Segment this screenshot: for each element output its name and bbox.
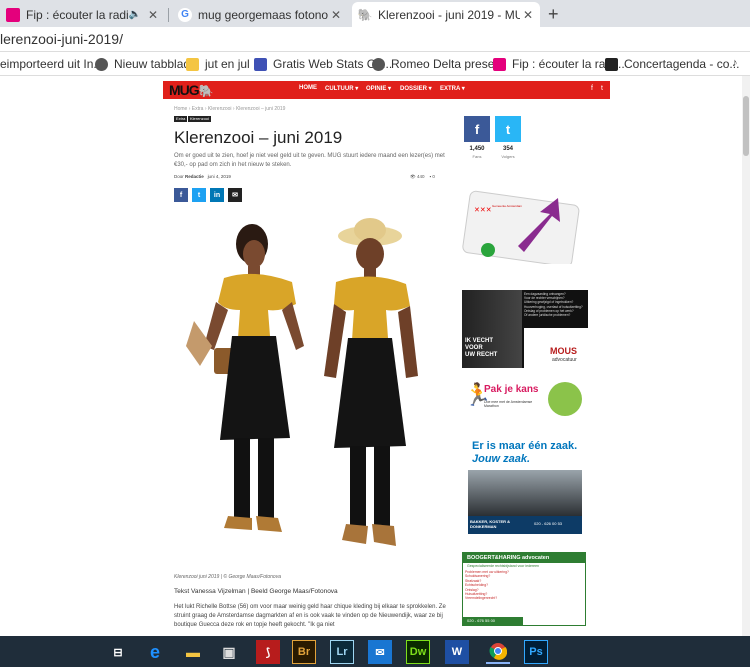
tab-close-icon[interactable]: ✕ — [145, 8, 161, 22]
bookmarks-bar: eimporteerd uit In... Nieuw tabblad jut … — [0, 52, 750, 76]
concert-icon[interactable]: ♪ — [732, 57, 738, 69]
address-bar[interactable]: lerenzooi-juni-2019/ — [0, 27, 750, 52]
article-photo — [186, 218, 418, 546]
web-page: MUG🐘 HOME CULTUUR ▾ OPINIE ▾ DOSSIER ▾ E… — [0, 76, 750, 636]
tab-mug[interactable]: 🐘 Klerenzooi - juni 2019 - MUG Ma ✕ — [352, 2, 540, 27]
ad-bakker-koster[interactable]: Er is maar één zaak. Jouw zaak. BAKKER, … — [464, 438, 584, 536]
article-stats: 👁 440 ▪ 0 — [410, 174, 435, 179]
tab-close-icon[interactable]: ✕ — [520, 8, 536, 22]
windows-taskbar: ⊟ e ▬ ▣ ⟆ Br Lr ✉ Dw W Ps — [0, 636, 750, 667]
eye-icon: 👁 — [410, 174, 416, 179]
woman-right-figure — [324, 218, 418, 546]
twitter-icon[interactable]: t — [601, 85, 603, 92]
bookmark-item[interactable]: Romeo Delta prese... — [372, 57, 504, 71]
fip-icon — [493, 57, 506, 71]
tag-klerenzooi[interactable]: Klerenzooi — [188, 116, 211, 122]
bookmark-item[interactable]: eimporteerd uit In... — [0, 57, 103, 71]
mail-icon[interactable]: ✉ — [368, 640, 392, 664]
ad-card-label: Gemeente Amsterdam — [492, 204, 523, 208]
article-meta: Door Redactie juni 4, 2019 — [174, 174, 231, 179]
task-view-icon[interactable]: ⊟ — [106, 640, 130, 664]
ad-mous-advocatuur[interactable]: Een dagvaarding ontvangen? Voor de rechte… — [462, 290, 588, 368]
woman-left-figure — [186, 224, 304, 532]
ad-boogert-haring[interactable]: BOOGERT&HARING advocaten Gespecialiseerd… — [462, 552, 586, 626]
amsterdam-crosses-icon: ✕✕✕ — [474, 207, 492, 214]
bookmark-item[interactable]: jut en jul — [186, 57, 250, 71]
tab-google[interactable]: G mug georgemaas fotonova - Goo ✕ — [172, 2, 348, 27]
site-logo[interactable]: MUG🐘 — [169, 82, 214, 98]
share-linkedin-button[interactable]: in — [210, 188, 224, 202]
article-intro: Om er goed uit te zien, hoef je niet vee… — [174, 153, 445, 168]
speaker-icon[interactable]: 🔈 — [129, 9, 141, 20]
twitter-follow-button[interactable]: t — [495, 116, 521, 142]
photoshop-icon[interactable]: Ps — [524, 640, 548, 664]
nav-extra[interactable]: EXTRA ▾ — [440, 85, 465, 92]
url-text[interactable]: lerenzooi-juni-2019/ — [0, 31, 123, 47]
scrollbar[interactable] — [742, 76, 750, 636]
google-icon: G — [178, 7, 192, 22]
ad-pak-je-kans[interactable]: 🏃 Pak je kans Doe mee met de Amsterdamse… — [462, 378, 582, 420]
new-tab-button[interactable]: + — [548, 4, 559, 25]
bridge-icon[interactable]: Br — [292, 640, 316, 664]
scrollbar-thumb[interactable] — [743, 96, 749, 156]
twitter-label: Volgers — [501, 154, 515, 159]
tab-strip: Fip : écouter la radio Jazz, Re 🔈 ✕ G mu… — [0, 0, 750, 27]
photo-caption: Klerenzooi juni 2019 | © George Maas/Fot… — [174, 574, 281, 580]
tab-label: Fip : écouter la radio Jazz, Re — [26, 7, 129, 22]
mug-elephant-icon: 🐘 — [357, 7, 373, 22]
tab-fip[interactable]: Fip : écouter la radio Jazz, Re 🔈 ✕ — [0, 2, 165, 27]
ad-stadspas[interactable]: ✕✕✕ Gemeente Amsterdam — [462, 188, 584, 264]
article-title: Klerenzooi – juni 2019 — [174, 128, 343, 147]
tab-label: mug georgemaas fotonova - Goo — [198, 7, 328, 22]
article-credit: Tekst Vanessa Vijzelman | Beeld George M… — [174, 588, 338, 595]
store-icon[interactable]: ▣ — [217, 640, 241, 664]
facebook-icon[interactable]: f — [591, 85, 593, 92]
nav-dossier[interactable]: DOSSIER ▾ — [400, 85, 432, 92]
article-body: Het lukt Richelle Bottse (56) om voor ma… — [174, 604, 446, 628]
globe-icon — [372, 57, 385, 71]
bookmark-item[interactable]: Concertagenda - co... — [605, 57, 739, 71]
pdf-icon[interactable]: ⟆ — [256, 640, 280, 664]
site-navbar: MUG🐘 HOME CULTUUR ▾ OPINIE ▾ DOSSIER ▾ E… — [163, 81, 610, 99]
dreamweaver-icon[interactable]: Dw — [406, 640, 430, 664]
facebook-follow-button[interactable]: f — [464, 116, 490, 142]
facebook-count: 1,450 — [469, 146, 485, 152]
ad-law-brand: MOUS — [550, 346, 577, 356]
facebook-label: Fans — [472, 154, 482, 159]
concert-icon — [605, 57, 618, 71]
edge-icon[interactable]: e — [143, 640, 167, 664]
share-facebook-button[interactable]: f — [174, 188, 188, 202]
elephant-icon: 🐘 — [198, 84, 214, 98]
globe-icon — [95, 57, 108, 71]
lightroom-icon[interactable]: Lr — [330, 640, 354, 664]
share-email-button[interactable]: ✉ — [228, 188, 242, 202]
folder-icon — [186, 57, 199, 71]
explorer-icon[interactable]: ▬ — [181, 640, 205, 664]
share-twitter-button[interactable]: t — [192, 188, 206, 202]
fip-icon — [6, 7, 20, 22]
chrome-icon[interactable] — [486, 640, 510, 664]
breadcrumb: Home › Extra › Klerenzooi › Klerenzooi –… — [174, 106, 286, 112]
tab-label: Klerenzooi - juni 2019 - MUG Ma — [378, 7, 520, 22]
article-date: juni 4, 2019 — [207, 174, 231, 179]
twitter-count: 354 — [502, 146, 513, 152]
tag-extra[interactable]: Extra — [174, 116, 188, 122]
author-link[interactable]: Redactie — [185, 174, 204, 179]
stats-icon — [254, 57, 267, 71]
tab-close-icon[interactable]: ✕ — [328, 8, 344, 22]
bookmark-item[interactable]: Nieuw tabblad — [95, 57, 190, 71]
nav-cultuur[interactable]: CULTUUR ▾ — [325, 85, 358, 92]
nav-opinie[interactable]: OPINIE ▾ — [366, 85, 391, 92]
comment-icon: ▪ — [429, 174, 432, 179]
nav-home[interactable]: HOME — [299, 85, 317, 91]
word-icon[interactable]: W — [445, 640, 469, 664]
